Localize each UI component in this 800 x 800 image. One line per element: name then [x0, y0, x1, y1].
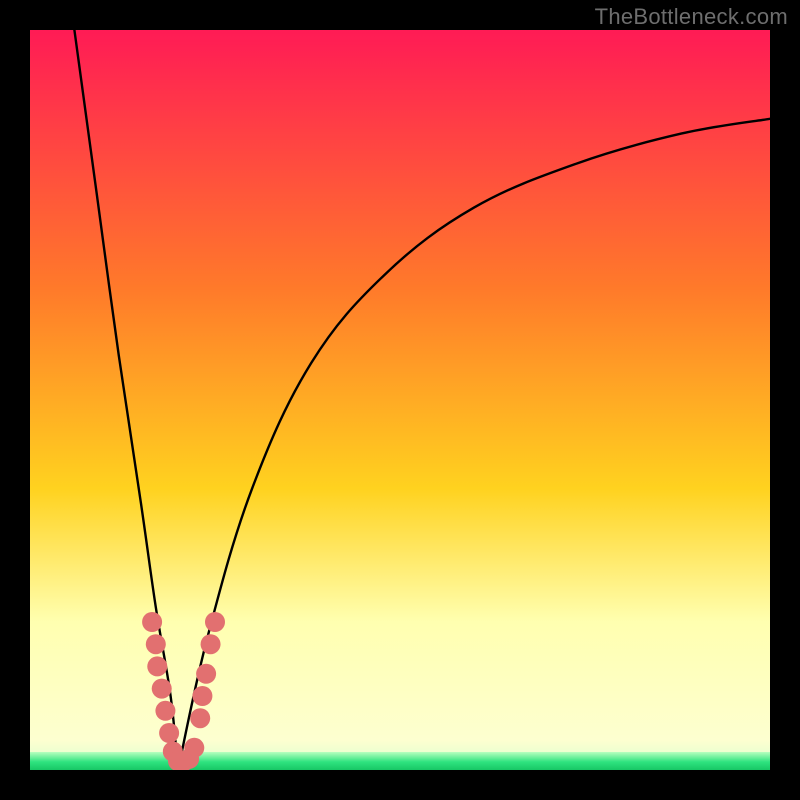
scatter-dot	[192, 686, 212, 706]
chart-svg	[30, 30, 770, 770]
scatter-dot	[184, 738, 204, 758]
scatter-dot	[201, 634, 221, 654]
plot-area	[30, 30, 770, 770]
scatter-dot	[159, 723, 179, 743]
scatter-dot	[142, 612, 162, 632]
scatter-dot	[196, 664, 216, 684]
scatter-dot	[147, 656, 167, 676]
scatter-dot	[146, 634, 166, 654]
curve-right-branch	[178, 119, 770, 770]
scatter-dot	[205, 612, 225, 632]
attribution-watermark: TheBottleneck.com	[595, 4, 788, 30]
chart-container: TheBottleneck.com	[0, 0, 800, 800]
scatter-dot	[152, 679, 172, 699]
scatter-dot	[155, 701, 175, 721]
scatter-dot	[190, 708, 210, 728]
